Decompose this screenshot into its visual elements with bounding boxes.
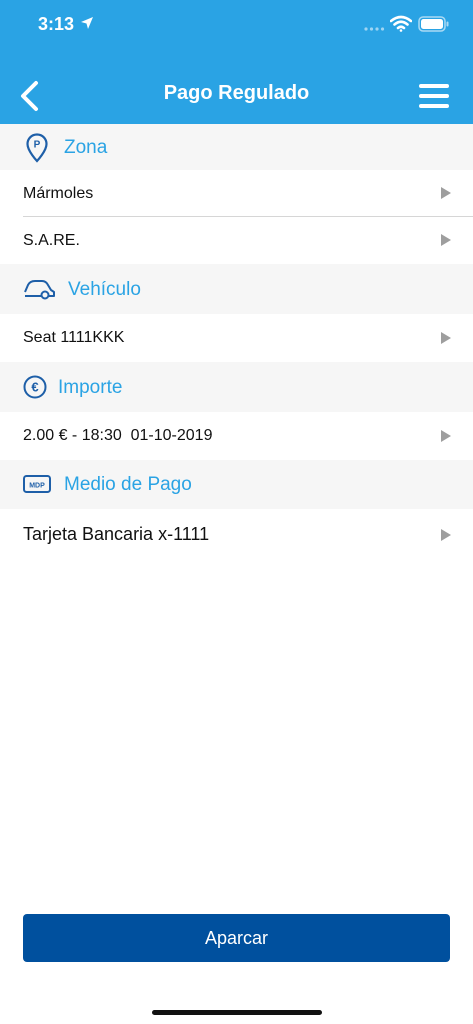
zona-value-1: Mármoles xyxy=(23,185,94,202)
home-indicator xyxy=(152,1010,322,1015)
location-arrow-icon xyxy=(81,17,93,29)
status-time: 3:13 xyxy=(38,14,75,34)
importe-value: 2.00 € - 18:30 01-10-2019 xyxy=(23,427,213,444)
section-title-zona: Zona xyxy=(64,137,108,158)
arrow-right-icon xyxy=(441,187,451,199)
hamburger-menu-icon[interactable] xyxy=(416,78,452,114)
signal-dots-icon xyxy=(364,27,385,31)
arrow-right-icon xyxy=(441,430,451,442)
aparcar-button[interactable]: Aparcar xyxy=(23,914,450,962)
medio-pago-value: Tarjeta Bancaria x-1111 xyxy=(23,524,210,544)
section-header-zona: P Zona xyxy=(0,124,473,170)
arrow-right-icon xyxy=(441,332,451,344)
car-icon xyxy=(24,280,55,300)
zona-row-2[interactable]: S.A.RE. xyxy=(0,217,473,264)
arrow-right-icon xyxy=(441,234,451,246)
arrow-right-icon xyxy=(441,529,451,541)
section-header-importe: € Importe xyxy=(0,362,473,412)
section-header-medio-pago: MDP Medio de Pago xyxy=(0,460,473,509)
status-bar: 3:13 xyxy=(0,0,473,52)
payment-card-icon: MDP xyxy=(23,475,51,493)
importe-row-1[interactable]: 2.00 € - 18:30 01-10-2019 xyxy=(0,412,473,460)
euro-icon: € xyxy=(23,375,47,399)
wifi-icon xyxy=(390,15,412,32)
page-title: Pago Regulado xyxy=(163,82,310,104)
svg-text:MDP: MDP xyxy=(29,483,45,490)
section-title-vehiculo: Vehículo xyxy=(68,279,141,300)
battery-icon xyxy=(418,16,449,32)
zona-row-1[interactable]: Mármoles xyxy=(0,170,473,216)
section-title-importe: Importe xyxy=(58,377,123,398)
map-pin-icon: P xyxy=(26,133,48,163)
vehiculo-row-1[interactable]: Seat 1111KKK xyxy=(0,314,473,362)
navigation-bar: Pago Regulado xyxy=(0,52,473,124)
svg-text:P: P xyxy=(34,140,41,151)
section-header-vehiculo: Vehículo xyxy=(0,264,473,314)
svg-text:€: € xyxy=(31,380,38,395)
medio-pago-row-1[interactable]: Tarjeta Bancaria x-1111 xyxy=(0,509,473,561)
zona-value-2: S.A.RE. xyxy=(23,232,80,249)
section-title-medio-pago: Medio de Pago xyxy=(64,474,192,495)
vehiculo-value: Seat 1111KKK xyxy=(23,329,125,346)
